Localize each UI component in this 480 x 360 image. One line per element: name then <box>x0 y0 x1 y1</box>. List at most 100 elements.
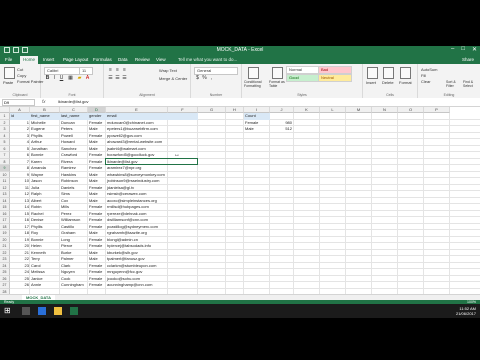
table-cell[interactable]: 26 <box>10 282 30 289</box>
worksheet-grid[interactable]: A B C D E F G H I J K L M N O P 1 2 3 4 5 6 7 8 9 10 11 12 13 14 15 16 1… <box>0 107 480 294</box>
group-styles: Conditional Formatting Format as Table N… <box>242 64 363 98</box>
resize-cursor-icon: ↔ <box>174 152 180 158</box>
active-cell-selection[interactable] <box>105 157 198 165</box>
align-right-icon[interactable]: ☰ <box>122 76 127 81</box>
format-cells-button[interactable]: Format <box>399 80 412 85</box>
wrap-text-button[interactable]: Wrap Text <box>159 68 177 73</box>
group-editing: AutoSum Fill Clear Sort & Filter Find & … <box>418 64 480 98</box>
group-label-number: Number <box>209 93 223 97</box>
fill-color-icon[interactable]: ▰ <box>77 76 82 81</box>
merge-center-button[interactable]: Merge & Center <box>159 76 187 81</box>
tab-review[interactable]: Review <box>132 56 153 64</box>
tab-data[interactable]: Data <box>115 56 131 64</box>
tab-view[interactable]: View <box>153 56 169 64</box>
column-header-p[interactable]: P <box>424 107 450 113</box>
summary-cell[interactable]: 512 <box>270 126 294 133</box>
edge-icon[interactable] <box>38 307 46 315</box>
percent-icon[interactable]: % <box>202 76 207 81</box>
column-header-n[interactable]: N <box>372 107 398 113</box>
font-size-select[interactable]: 11 <box>79 67 93 75</box>
excel-window: MOCK_DATA - Excel – □ ✕ File Home Insert… <box>0 46 480 305</box>
align-center-icon[interactable]: ☰ <box>115 76 120 81</box>
formula-input[interactable]: lkinarde@list.gov <box>58 99 89 105</box>
bold-icon[interactable]: B <box>45 76 50 81</box>
format-as-table-button[interactable]: Format as Table <box>269 80 285 88</box>
share-button[interactable]: Share <box>462 56 474 64</box>
delete-cells-icon[interactable] <box>383 67 394 79</box>
group-cells: Insert Delete Format Cells <box>363 64 418 98</box>
column-header-k[interactable]: K <box>294 107 320 113</box>
tab-page-layout[interactable]: Page Layout <box>60 56 91 64</box>
delete-cells-button[interactable]: Delete <box>382 80 394 85</box>
table-cell[interactable]: Female <box>88 282 106 289</box>
style-bad[interactable]: Bad <box>318 66 352 74</box>
font-name-select[interactable]: Calibri <box>44 67 80 75</box>
table-cell[interactable]: Cunningham <box>60 282 88 289</box>
summary-cell[interactable]: Male <box>244 126 270 133</box>
align-top-icon[interactable]: ≡ <box>108 68 113 73</box>
group-alignment: ≡ ≡ ≡ ☰ ☰ ☰ Wrap Text Merge & Center Ali… <box>104 64 191 98</box>
style-normal[interactable]: Normal <box>286 66 320 74</box>
window-controls: – □ ✕ <box>451 46 477 53</box>
name-box[interactable]: D9 <box>2 99 35 106</box>
fx-icon[interactable]: fx <box>42 99 46 105</box>
style-good[interactable]: Good <box>286 74 320 82</box>
group-label-clipboard: Clipboard <box>12 93 28 97</box>
align-middle-icon[interactable]: ≡ <box>115 68 120 73</box>
clear-button[interactable]: Clear <box>421 79 431 84</box>
paste-icon[interactable] <box>4 67 15 79</box>
group-label-font: Font <box>68 93 76 97</box>
underline-icon[interactable]: U <box>59 76 64 81</box>
column-header-j[interactable]: J <box>270 107 294 113</box>
column-header-m[interactable]: M <box>346 107 372 113</box>
windows-start-icon[interactable]: ⊞ <box>4 307 12 315</box>
insert-cells-icon[interactable] <box>367 67 378 79</box>
taskbar: ⊞ 11:52 AM 21/06/2017 <box>0 304 480 318</box>
comma-icon[interactable]: , <box>209 76 214 81</box>
column-header-g[interactable]: G <box>198 107 226 113</box>
format-cells-icon[interactable] <box>400 67 411 79</box>
borders-icon[interactable]: ▦ <box>68 76 73 81</box>
tab-formulas[interactable]: Formulas <box>90 56 115 64</box>
tell-me-box[interactable]: Tell me what you want to do... <box>178 56 237 64</box>
title-bar: MOCK_DATA - Excel – □ ✕ <box>0 46 480 55</box>
minimize-icon[interactable]: – <box>451 46 454 53</box>
file-explorer-icon[interactable] <box>54 307 62 315</box>
style-neutral[interactable]: Neutral <box>318 74 352 82</box>
search-icon[interactable] <box>22 307 30 315</box>
close-icon[interactable]: ✕ <box>472 46 477 53</box>
clock: 11:52 AM 21/06/2017 <box>456 306 476 316</box>
paste-button[interactable]: Paste <box>3 80 13 85</box>
number-format-select[interactable]: General <box>194 67 238 75</box>
conditional-formatting-button[interactable]: Conditional Formatting <box>244 80 266 88</box>
format-painter-button[interactable]: Format Painter <box>17 79 43 84</box>
autosum-button[interactable]: AutoSum <box>421 67 437 72</box>
group-number: General $ % , Number <box>191 64 242 98</box>
maximize-icon[interactable]: □ <box>461 46 465 53</box>
tab-insert[interactable]: Insert <box>40 56 57 64</box>
column-header-h[interactable]: H <box>226 107 244 113</box>
column-header-o[interactable]: O <box>398 107 424 113</box>
conditional-formatting-icon[interactable] <box>248 67 259 79</box>
italic-icon[interactable]: I <box>52 76 57 81</box>
window-title: MOCK_DATA - Excel <box>216 47 264 53</box>
group-label-alignment: Alignment <box>139 93 155 97</box>
tab-file[interactable]: File <box>2 56 15 64</box>
group-label-cells: Cells <box>386 93 394 97</box>
fill-button[interactable]: Fill <box>421 73 426 78</box>
currency-icon[interactable]: $ <box>195 76 200 81</box>
font-color-icon[interactable]: A <box>85 76 90 81</box>
sort-filter-button[interactable]: Sort & Filter <box>446 80 462 88</box>
cut-button[interactable]: Cut <box>17 67 23 72</box>
tab-home[interactable]: Home <box>20 56 39 64</box>
align-bottom-icon[interactable]: ≡ <box>122 68 127 73</box>
format-as-table-icon[interactable] <box>272 67 283 79</box>
align-left-icon[interactable]: ☰ <box>108 76 113 81</box>
excel-taskbar-icon[interactable] <box>70 307 78 315</box>
find-select-button[interactable]: Find & Select <box>463 80 479 88</box>
column-header-l[interactable]: L <box>320 107 346 113</box>
copy-button[interactable]: Copy <box>17 73 26 78</box>
insert-cells-button[interactable]: Insert <box>366 80 376 85</box>
table-cell[interactable]: acunninghamp@cnn.com <box>106 282 198 289</box>
table-cell[interactable]: Annie <box>30 282 60 289</box>
